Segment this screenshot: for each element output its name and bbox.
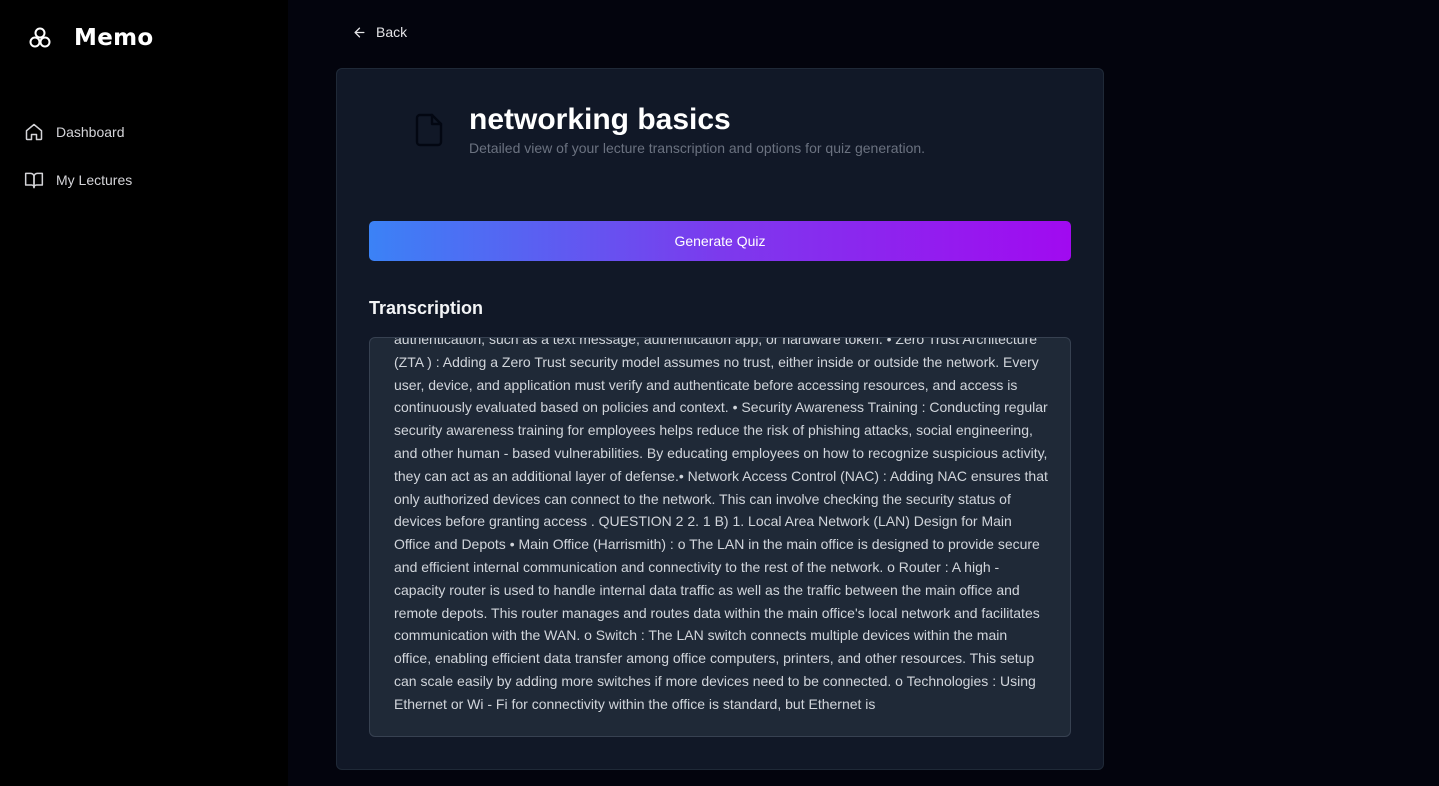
- file-icon: [415, 113, 443, 147]
- app-name: Memo: [74, 25, 154, 51]
- app-logo[interactable]: Memo: [28, 22, 153, 54]
- back-button[interactable]: Back: [352, 22, 407, 42]
- lecture-title: networking basics: [469, 103, 731, 136]
- sidebar-item-dashboard[interactable]: Dashboard: [24, 118, 132, 146]
- sidebar-nav: Dashboard My Lectures: [24, 118, 132, 214]
- book-icon: [24, 172, 44, 189]
- home-icon: [25, 123, 43, 141]
- back-label: Back: [376, 24, 408, 40]
- lecture-card: networking basics Detailed view of your …: [336, 68, 1104, 770]
- transcription-heading: Transcription: [369, 298, 484, 318]
- sidebar-item-label: Dashboard: [56, 124, 125, 140]
- transcription-scroll-area[interactable]: authentication, such as a text message, …: [369, 337, 1071, 737]
- memo-logo-icon: [29, 27, 51, 48]
- sidebar: Memo Dashboard My Lectures: [0, 0, 288, 786]
- sidebar-item-my-lectures[interactable]: My Lectures: [24, 166, 132, 194]
- transcription-text: authentication, such as a text message, …: [394, 337, 1048, 712]
- arrow-left-icon: [354, 27, 365, 37]
- sidebar-item-label: My Lectures: [56, 172, 133, 188]
- generate-quiz-button[interactable]: Generate Quiz: [369, 221, 1071, 261]
- lecture-subtitle: Detailed view of your lecture transcript…: [469, 140, 926, 156]
- main-content: Back networking basics Detailed view of …: [288, 0, 1439, 786]
